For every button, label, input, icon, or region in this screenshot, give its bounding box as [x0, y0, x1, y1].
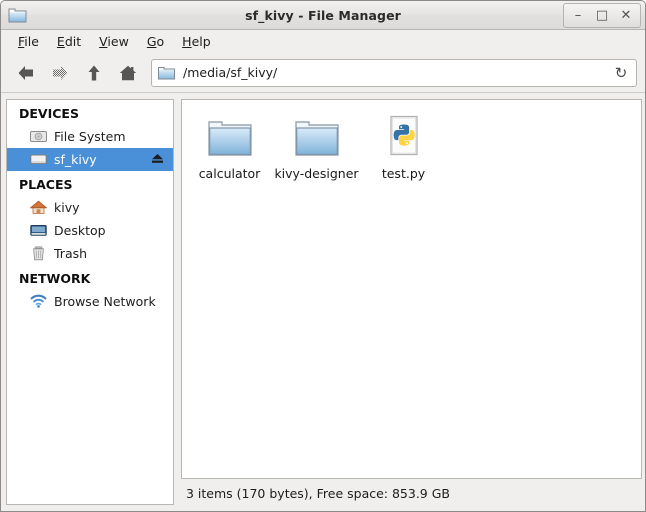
folder-icon: [293, 112, 341, 160]
file-list-pane[interactable]: calculator kivy-designer test.py: [181, 99, 642, 479]
main-body: DEVICES File System sf_kivy PLACES kivy …: [1, 94, 645, 511]
close-button[interactable]: ✕: [614, 6, 638, 25]
sidebar-item-sf-kivy[interactable]: sf_kivy: [7, 148, 173, 171]
sidebar-item-label: File System: [54, 129, 126, 144]
status-bar: 3 items (170 bytes), Free space: 853.9 G…: [181, 482, 642, 505]
location-bar[interactable]: /media/sf_kivy/ ↻: [151, 58, 637, 87]
sidebar-item-desktop[interactable]: Desktop: [7, 219, 173, 242]
file-item-kivy-designer[interactable]: kivy-designer: [273, 108, 360, 187]
title-bar[interactable]: sf_kivy - File Manager – □ ✕: [1, 1, 645, 30]
maximize-button[interactable]: □: [590, 6, 614, 25]
sidebar-section-devices: DEVICES: [19, 106, 79, 121]
sidebar-item-kivy[interactable]: kivy: [7, 196, 173, 219]
home-icon: [29, 199, 47, 216]
up-button[interactable]: [77, 58, 111, 88]
minimize-button[interactable]: –: [566, 6, 590, 25]
file-item-calculator[interactable]: calculator: [186, 108, 273, 187]
drive-icon: [29, 151, 47, 168]
network-icon: [29, 293, 47, 310]
sidebar-item-label: Desktop: [54, 223, 106, 238]
eject-icon[interactable]: [150, 152, 165, 168]
file-item-label: calculator: [198, 166, 261, 181]
desktop-icon: [29, 222, 47, 239]
home-button[interactable]: [111, 58, 145, 88]
sidebar-item-label: sf_kivy: [54, 152, 97, 167]
sidebar: DEVICES File System sf_kivy PLACES kivy …: [6, 99, 174, 505]
reload-icon[interactable]: ↻: [608, 61, 634, 85]
harddisk-icon: [29, 128, 47, 145]
sidebar-item-label: kivy: [54, 200, 80, 215]
sidebar-item-browse-network[interactable]: Browse Network: [7, 290, 173, 313]
sidebar-section-places: PLACES: [19, 177, 73, 192]
back-button[interactable]: [9, 58, 43, 88]
sidebar-item-trash[interactable]: Trash: [7, 242, 173, 265]
sidebar-item-label: Browse Network: [54, 294, 156, 309]
file-item-test-py[interactable]: test.py: [360, 108, 447, 187]
sidebar-section-network: NETWORK: [19, 271, 91, 286]
trash-icon: [29, 245, 47, 262]
menu-view[interactable]: View: [90, 32, 138, 51]
icon-grid: calculator kivy-designer test.py: [182, 100, 641, 195]
file-item-label: test.py: [381, 166, 426, 181]
file-item-label: kivy-designer: [274, 166, 359, 181]
window-title: sf_kivy - File Manager: [245, 8, 401, 23]
menu-go[interactable]: Go: [138, 32, 173, 51]
menu-edit[interactable]: Edit: [48, 32, 90, 51]
toolbar: /media/sf_kivy/ ↻: [1, 53, 645, 93]
window-controls: – □ ✕: [563, 3, 641, 28]
menu-file[interactable]: File: [9, 32, 48, 51]
menu-help[interactable]: Help: [173, 32, 220, 51]
folder-icon: [206, 112, 254, 160]
sidebar-item-label: Trash: [54, 246, 88, 261]
python-file-icon: [380, 112, 428, 160]
sidebar-item-file-system[interactable]: File System: [7, 125, 173, 148]
menu-bar: File Edit View Go Help: [1, 30, 645, 53]
status-text: 3 items (170 bytes), Free space: 853.9 G…: [186, 486, 450, 501]
location-path-text[interactable]: /media/sf_kivy/: [175, 65, 608, 80]
forward-button[interactable]: [43, 58, 77, 88]
file-manager-window: sf_kivy - File Manager – □ ✕ File Edit V…: [0, 0, 646, 512]
folder-icon: [158, 65, 175, 80]
